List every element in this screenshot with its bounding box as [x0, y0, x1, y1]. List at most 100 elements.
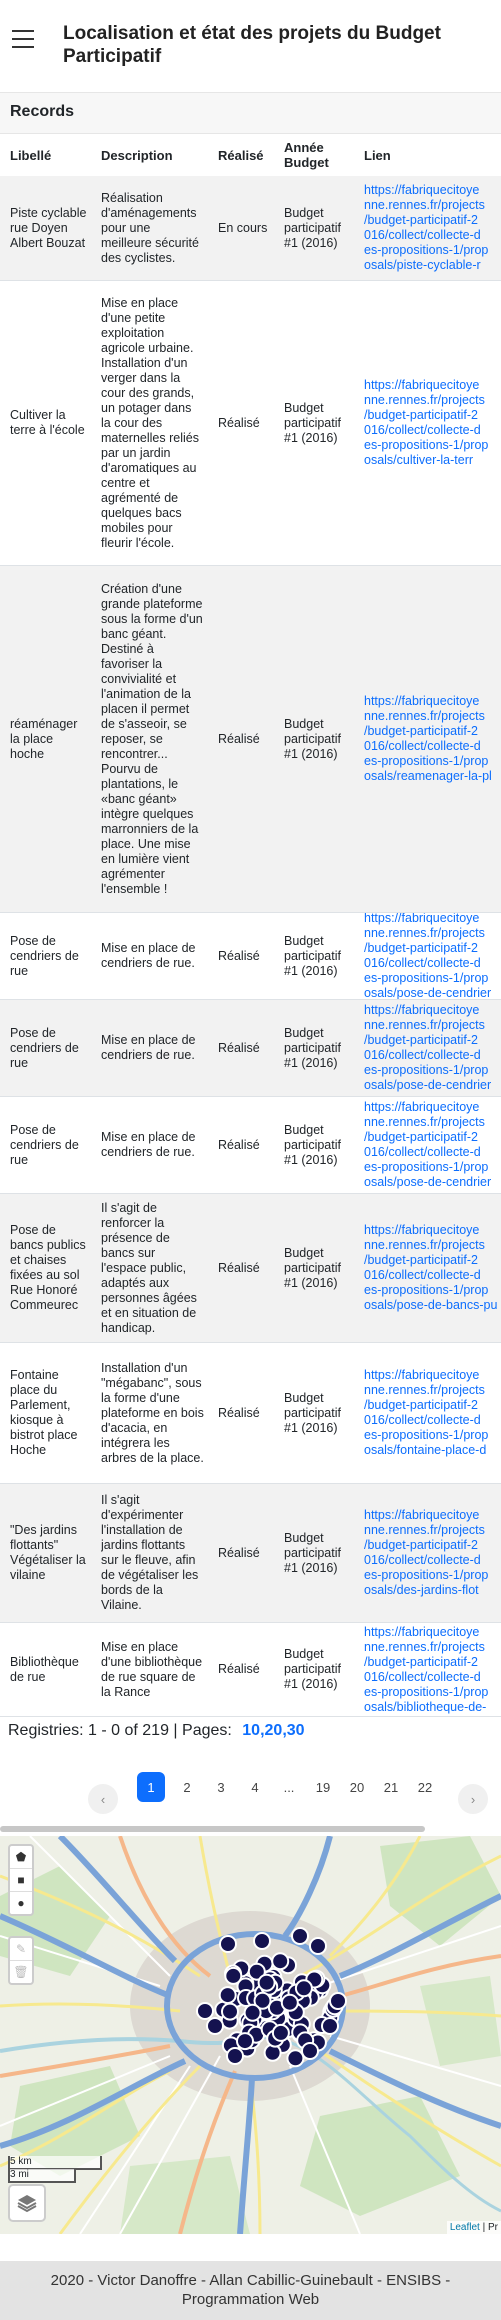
page-button-19[interactable]: 19 [309, 1773, 337, 1801]
cell-link[interactable]: https://fabriquecitoye nne.rennes.fr/pro… [364, 1100, 491, 1190]
cell-link[interactable]: https://fabriquecitoye nne.rennes.fr/pro… [364, 1368, 488, 1458]
map-marker[interactable] [257, 1973, 276, 1992]
cell-link[interactable]: https://fabriquecitoye nne.rennes.fr/pro… [364, 694, 492, 784]
map-marker[interactable] [196, 2002, 214, 2020]
map-marker[interactable] [218, 1986, 237, 2005]
next-page-button[interactable]: › [458, 1784, 488, 1814]
edit-toolbar: ✎ 🗑 [8, 1936, 34, 1985]
page-button-21[interactable]: 21 [377, 1773, 405, 1801]
page-ellipsis: ... [283, 1779, 295, 1795]
footer: 2020 - Victor Danoffre - Allan Cabillic-… [0, 2261, 501, 2320]
col-annee[interactable]: Année Budget [284, 140, 344, 170]
map[interactable]: ⬟ ■ ● ✎ 🗑 5 km 3 mi Leaflet | Pr [0, 1836, 501, 2234]
cell-link[interactable]: https://fabriquecitoye nne.rennes.fr/pro… [364, 1508, 488, 1598]
footer-text: 2020 - Victor Danoffre - Allan Cabillic-… [50, 2272, 451, 2308]
menu-icon[interactable] [12, 30, 34, 54]
cell-realise: Réalisé [218, 1137, 260, 1152]
layers-control[interactable] [8, 2184, 46, 2222]
page-size-30[interactable]: ,30 [282, 1722, 304, 1739]
cell-libelle: Fontaine place du Parlement, kiosque à b… [10, 1368, 78, 1457]
layers-icon [17, 2195, 37, 2213]
leaflet-link[interactable]: Leaflet [450, 2222, 480, 2233]
map-marker[interactable] [224, 1966, 243, 1985]
cell-annee: Budget participatif #1 (2016) [284, 1122, 341, 1167]
map-marker[interactable] [271, 1952, 290, 1971]
page-button-3[interactable]: 3 [207, 1773, 235, 1801]
cell-description: Mise en place de cendriers de rue. [101, 1033, 196, 1062]
cell-link[interactable]: https://fabriquecitoye nne.rennes.fr/pro… [364, 378, 488, 468]
cell-link[interactable]: https://fabriquecitoye nne.rennes.fr/pro… [364, 1625, 488, 1715]
horizontal-scrollbar[interactable] [0, 1826, 425, 1832]
cell-realise: Réalisé [218, 1405, 260, 1420]
page-button-2[interactable]: 2 [173, 1773, 201, 1801]
cell-annee: Budget participatif #1 (2016) [284, 1245, 341, 1290]
cell-realise: Réalisé [218, 731, 260, 746]
map-marker[interactable] [329, 1992, 347, 2010]
cell-description: Mise en place d'une petite exploitation … [101, 295, 199, 550]
page-size-10[interactable]: 10 [242, 1722, 260, 1739]
cell-realise: Réalisé [218, 415, 260, 430]
map-marker[interactable] [226, 2047, 244, 2065]
cell-annee: Budget participatif #1 (2016) [284, 933, 341, 978]
map-marker[interactable] [286, 2049, 305, 2068]
page-button-4[interactable]: 4 [241, 1773, 269, 1801]
map-marker[interactable] [321, 2017, 339, 2035]
registries-text: Registries: 1 - 0 of 219 | Pages: [8, 1722, 232, 1739]
cell-link[interactable]: https://fabriquecitoye nne.rennes.fr/pro… [364, 183, 488, 273]
cell-link[interactable]: https://fabriquecitoye nne.rennes.fr/pro… [364, 1003, 491, 1093]
trash-icon[interactable]: 🗑 [10, 1961, 32, 1983]
records-heading: Records [10, 103, 75, 120]
map-marker[interactable] [271, 2023, 290, 2042]
page-button-1[interactable]: 1 [137, 1772, 165, 1802]
polygon-icon[interactable]: ⬟ [10, 1846, 32, 1869]
cell-realise: En cours [218, 220, 268, 235]
map-marker[interactable] [253, 1932, 271, 1950]
map-marker[interactable] [243, 2003, 262, 2022]
cell-description: Mise en place d'une bibliothèque de rue … [101, 1639, 203, 1699]
map-marker[interactable] [206, 2017, 224, 2035]
cell-libelle: Cultiver la terre à l'école [10, 408, 85, 437]
cell-annee: Budget participatif #1 (2016) [284, 716, 341, 761]
cell-libelle: Piste cyclable rue Doyen Albert Bouzat [10, 205, 87, 250]
table-row: Pose de cendriers de rue Mise en place d… [0, 1000, 501, 1097]
prev-page-button[interactable]: ‹ [88, 1784, 118, 1814]
col-realise[interactable]: Réalisé [218, 148, 264, 163]
map-marker[interactable] [294, 1979, 313, 1998]
page-button-20[interactable]: 20 [343, 1773, 371, 1801]
table-row: "Des jardins flottants" Végétaliser la v… [0, 1484, 501, 1623]
cell-realise: Réalisé [218, 1545, 260, 1560]
map-marker[interactable] [301, 2042, 319, 2060]
cell-link[interactable]: https://fabriquecitoye nne.rennes.fr/pro… [364, 1223, 497, 1313]
app-header: Localisation et état des projets du Budg… [0, 0, 501, 86]
map-marker[interactable] [221, 2002, 239, 2021]
map-marker[interactable] [291, 1927, 309, 1945]
square-icon[interactable]: ■ [10, 1869, 32, 1892]
circle-icon[interactable]: ● [10, 1892, 32, 1914]
cell-description: Il s'agit de renforcer la présence de ba… [101, 1200, 197, 1335]
cell-link[interactable]: https://fabriquecitoye nne.rennes.fr/pro… [364, 913, 491, 999]
scale-mi: 3 mi [8, 2169, 76, 2183]
cell-libelle: Pose de cendriers de rue [10, 1122, 79, 1167]
edit-icon[interactable]: ✎ [10, 1938, 32, 1961]
col-description[interactable]: Description [101, 148, 173, 163]
table-row: Fontaine place du Parlement, kiosque à b… [0, 1343, 501, 1484]
cell-annee: Budget participatif #1 (2016) [284, 1530, 341, 1575]
table-row: Pose de cendriers de rue Mise en place d… [0, 1097, 501, 1194]
col-lien[interactable]: Lien [364, 148, 391, 163]
cell-libelle: réaménager la place hoche [10, 716, 78, 761]
map-marker[interactable] [309, 1937, 327, 1955]
map-marker[interactable] [219, 1935, 237, 1953]
cell-annee: Budget participatif #1 (2016) [284, 400, 341, 445]
page-size-20[interactable]: ,20 [260, 1722, 282, 1739]
table-row: Bibliothèque de rue Mise en place d'une … [0, 1623, 501, 1717]
col-libelle[interactable]: Libellé [10, 148, 51, 163]
table-row: Piste cyclable rue Doyen Albert Bouzat R… [0, 176, 501, 281]
page-button-22[interactable]: 22 [411, 1773, 439, 1801]
map-marker[interactable] [236, 2032, 254, 2051]
cell-libelle: "Des jardins flottants" Végétaliser la v… [10, 1523, 86, 1582]
cell-description: Installation d'un "mégabanc", sous la fo… [101, 1360, 204, 1465]
map-marker[interactable] [280, 1993, 299, 2012]
draw-toolbar: ⬟ ■ ● [8, 1844, 34, 1916]
table-row: Pose de cendriers de rue Mise en place d… [0, 913, 501, 1000]
cell-realise: Réalisé [218, 1040, 260, 1055]
